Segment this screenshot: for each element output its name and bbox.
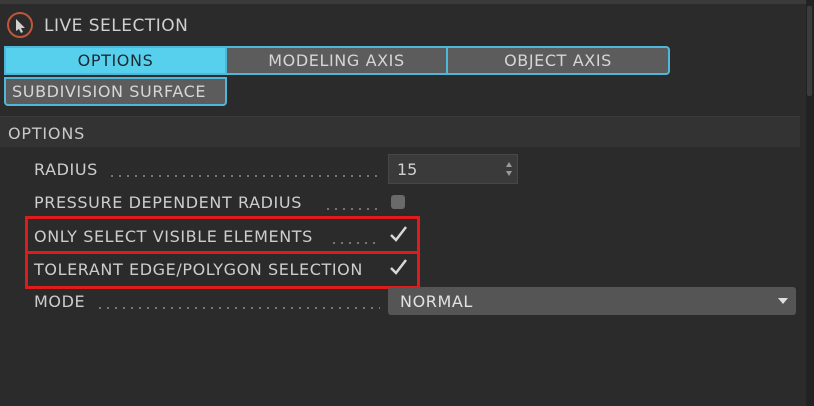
stepper-arrows-icon[interactable] (505, 161, 513, 177)
attribute-manager-panel: LIVE SELECTION OPTIONS MODELING AXIS OBJ… (0, 0, 814, 406)
mode-leader-dots (96, 307, 380, 309)
section-title: OPTIONS (8, 124, 86, 143)
panel-title: LIVE SELECTION (44, 16, 189, 36)
chevron-down-icon (778, 298, 788, 304)
tab-modeling-axis[interactable]: MODELING AXIS (225, 46, 448, 75)
tab-options[interactable]: OPTIONS (4, 46, 227, 75)
radius-value: 15 (397, 159, 418, 179)
pressure-leader-dots (324, 208, 380, 210)
top-border (0, 0, 814, 4)
scrollbar-thumb[interactable] (807, 6, 812, 96)
pressure-radius-checkbox[interactable] (391, 195, 405, 209)
highlight-box-only-visible (25, 216, 420, 254)
pressure-radius-label: PRESSURE DEPENDENT RADIUS (34, 193, 302, 212)
mode-value: NORMAL (400, 291, 473, 311)
radius-input[interactable]: 15 (388, 154, 518, 184)
panel-header: LIVE SELECTION (0, 6, 800, 44)
radius-label: RADIUS (34, 160, 98, 179)
radius-leader-dots (108, 175, 380, 177)
mode-label: MODE (34, 292, 86, 311)
tab-object-axis[interactable]: OBJECT AXIS (446, 46, 670, 75)
mode-dropdown[interactable]: NORMAL (388, 287, 796, 315)
section-header[interactable]: OPTIONS (0, 116, 800, 147)
highlight-box-tolerant (25, 251, 420, 289)
tab-subdivision-surface[interactable]: SUBDIVISION SURFACE (4, 77, 227, 106)
scrollbar[interactable] (806, 0, 814, 406)
live-selection-arrow-icon (7, 12, 33, 38)
